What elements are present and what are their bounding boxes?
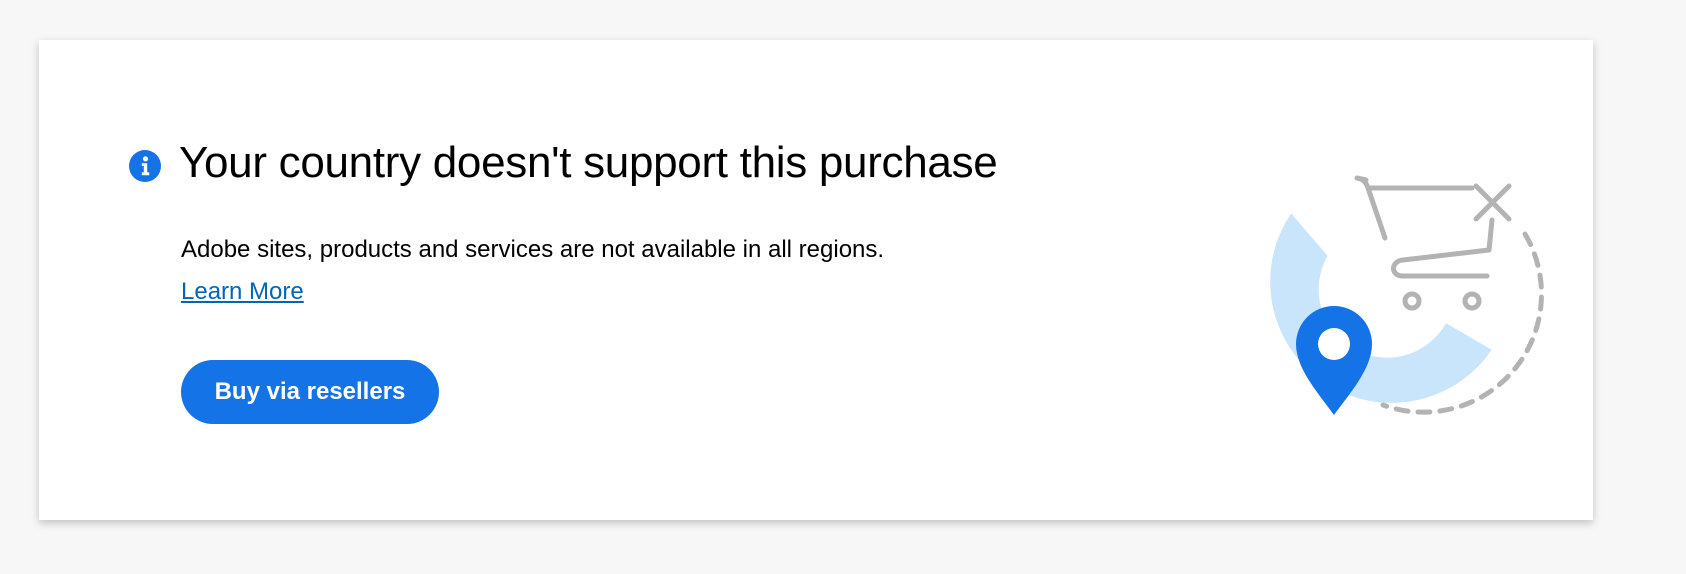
page-title: Your country doesn't support this purcha… (179, 138, 998, 187)
close-icon (1473, 183, 1512, 222)
unsupported-region-card: Your country doesn't support this purcha… (39, 40, 1593, 520)
learn-more-link[interactable]: Learn More (181, 278, 304, 306)
blue-ring-shape (1270, 213, 1492, 403)
buy-via-resellers-button[interactable]: Buy via resellers (181, 360, 439, 424)
region-description: Adobe sites, products and services are n… (181, 236, 885, 263)
region-unavailable-illustration (1270, 175, 1544, 415)
shopping-cart-icon (1354, 175, 1495, 311)
info-icon (129, 150, 161, 182)
